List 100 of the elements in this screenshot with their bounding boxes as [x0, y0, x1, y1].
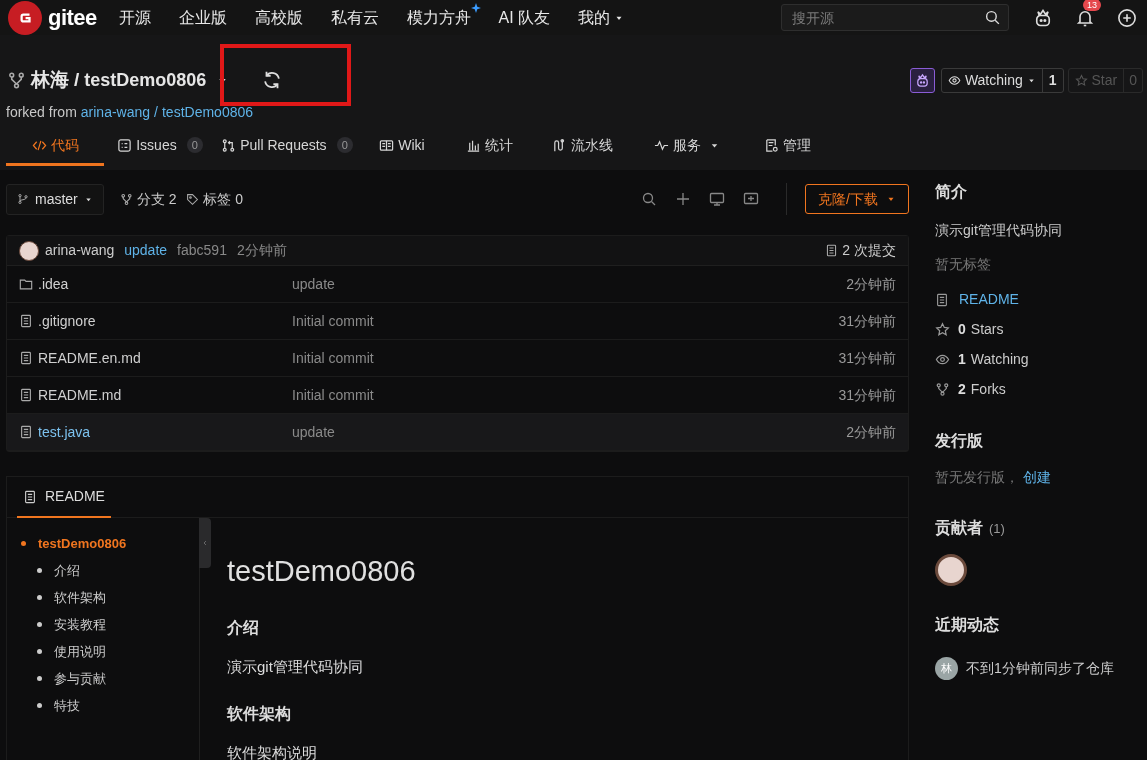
- paragraph: 演示git管理代码协同: [227, 656, 364, 677]
- path-separator: /: [154, 103, 158, 122]
- search-field[interactable]: 搜开源: [781, 4, 1009, 31]
- logo-icon[interactable]: [8, 0, 42, 35]
- path-separator: /: [74, 67, 80, 92]
- readme-heading: testDemo0806: [227, 554, 416, 589]
- pull-request-icon: [221, 137, 237, 153]
- pipeline-icon: [551, 137, 567, 153]
- toc-link[interactable]: 安装教程: [54, 614, 106, 635]
- logo-text[interactable]: gitee: [48, 1, 97, 34]
- tab[interactable]: 流水线: [532, 127, 632, 166]
- comment-icon[interactable]: [743, 191, 760, 207]
- search-icon[interactable]: [641, 191, 658, 207]
- section-title: 贡献者: [935, 518, 983, 539]
- user-avatar: 林: [935, 657, 958, 680]
- nav-link[interactable]: 私有云: [330, 5, 379, 30]
- toc-link[interactable]: 软件架构: [54, 587, 106, 608]
- branch-icon: [119, 192, 133, 206]
- repo-owner[interactable]: 林海: [31, 65, 69, 95]
- forked-from-label: forked from: [6, 103, 77, 122]
- file-name[interactable]: .gitignore: [38, 310, 96, 332]
- commit-message-link[interactable]: update: [124, 240, 168, 261]
- tags-link[interactable]: 标签 0: [186, 188, 244, 210]
- section-heading: 介绍: [227, 617, 260, 638]
- tab[interactable]: 代码: [6, 127, 104, 166]
- file-name[interactable]: test.java: [38, 421, 91, 443]
- readme-link[interactable]: README: [959, 289, 1019, 310]
- nav-link[interactable]: 模力方舟: [406, 5, 471, 30]
- file-name[interactable]: .idea: [38, 273, 69, 295]
- tab[interactable]: 管理: [742, 127, 832, 166]
- nav-link[interactable]: 开源: [118, 5, 151, 30]
- nav-link[interactable]: 我的: [578, 5, 625, 30]
- eye-icon: [935, 352, 950, 367]
- commit-message: update: [292, 274, 336, 294]
- file-row[interactable]: test.java update 2分钟前: [7, 414, 908, 451]
- add-icon[interactable]: [1117, 7, 1137, 28]
- search-icon[interactable]: [984, 9, 1001, 26]
- star-icon: [1074, 73, 1088, 87]
- repo-name[interactable]: testDemo0806: [84, 66, 207, 94]
- toc-link[interactable]: 特技: [54, 695, 80, 716]
- bullet-icon: [37, 622, 42, 627]
- commit-author[interactable]: arina-wang: [45, 240, 115, 261]
- readme-tab[interactable]: README: [17, 477, 111, 518]
- nav-link[interactable]: 企业版: [178, 5, 227, 30]
- tab[interactable]: 统计: [446, 127, 532, 166]
- star-count: 0: [1128, 70, 1138, 90]
- branch-selector[interactable]: master: [6, 183, 104, 215]
- fork-owner-link[interactable]: arina-wang: [80, 102, 151, 123]
- stat-link[interactable]: 1 Watching: [958, 349, 1029, 370]
- section-title: 简介: [935, 182, 968, 202]
- commit-message: Initial commit: [292, 385, 375, 405]
- folder-icon: [19, 277, 33, 291]
- repo-description: 演示git管理代码协同: [935, 221, 1063, 240]
- section-title: 近期动态: [935, 615, 1000, 635]
- tab[interactable]: 服务: [632, 127, 742, 166]
- eye-icon: [947, 73, 961, 87]
- document-icon: [23, 489, 37, 504]
- tab[interactable]: Issues 0: [104, 127, 216, 166]
- toc-link[interactable]: 介绍: [54, 560, 80, 581]
- stat-link[interactable]: 0 Stars: [958, 319, 1004, 340]
- list-icon: [117, 137, 133, 153]
- bullet-icon: [37, 703, 42, 708]
- ai-button[interactable]: [909, 67, 935, 93]
- clone-download-button[interactable]: 克隆/下载: [805, 184, 909, 214]
- commit-hash: fabc591: [177, 241, 227, 260]
- commit-count[interactable]: 2 次提交: [842, 240, 896, 261]
- robot-icon: [914, 72, 930, 88]
- stat-link[interactable]: 2 Forks: [958, 379, 1006, 400]
- toc-link[interactable]: testDemo0806: [38, 533, 127, 554]
- nav-link[interactable]: 高校版: [254, 5, 303, 30]
- file-time: 2分钟前: [846, 274, 896, 294]
- toc-link[interactable]: 使用说明: [54, 641, 106, 662]
- create-link[interactable]: 创建: [1023, 467, 1051, 488]
- section-heading: 软件架构: [227, 704, 292, 724]
- document-icon: [935, 292, 949, 307]
- fork-repo-link[interactable]: testDemo0806: [161, 102, 254, 123]
- document-icon: [19, 388, 33, 402]
- commit-message: update: [292, 422, 336, 442]
- avatar[interactable]: [935, 554, 967, 586]
- book-icon: [379, 137, 395, 153]
- file-name[interactable]: README.md: [38, 384, 122, 406]
- robot-icon[interactable]: [1033, 7, 1053, 28]
- monitor-icon[interactable]: [709, 191, 726, 207]
- count-badge: 0: [336, 136, 353, 154]
- fork-icon: [7, 70, 26, 90]
- notification-count: 13: [1083, 0, 1101, 11]
- no-release-text: 暂无发行版，: [935, 468, 1019, 487]
- file-name[interactable]: README.en.md: [38, 347, 141, 369]
- tab[interactable]: Wiki: [358, 127, 446, 166]
- file-time: 31分钟前: [838, 311, 896, 331]
- contributor-count: (1): [989, 520, 1005, 538]
- nav-link[interactable]: AI 队友: [498, 5, 551, 30]
- watch-button[interactable]: Watching: [941, 68, 1043, 92]
- bullet-icon: [21, 541, 26, 546]
- branches-link[interactable]: 分支 2: [119, 188, 177, 210]
- toc-link[interactable]: 参与贡献: [54, 668, 106, 689]
- collapse-handle[interactable]: [199, 518, 211, 568]
- tab[interactable]: Pull Requests 0: [216, 127, 358, 166]
- watch-button-group[interactable]: Watching 1: [940, 67, 1064, 93]
- bullet-icon: [37, 595, 42, 600]
